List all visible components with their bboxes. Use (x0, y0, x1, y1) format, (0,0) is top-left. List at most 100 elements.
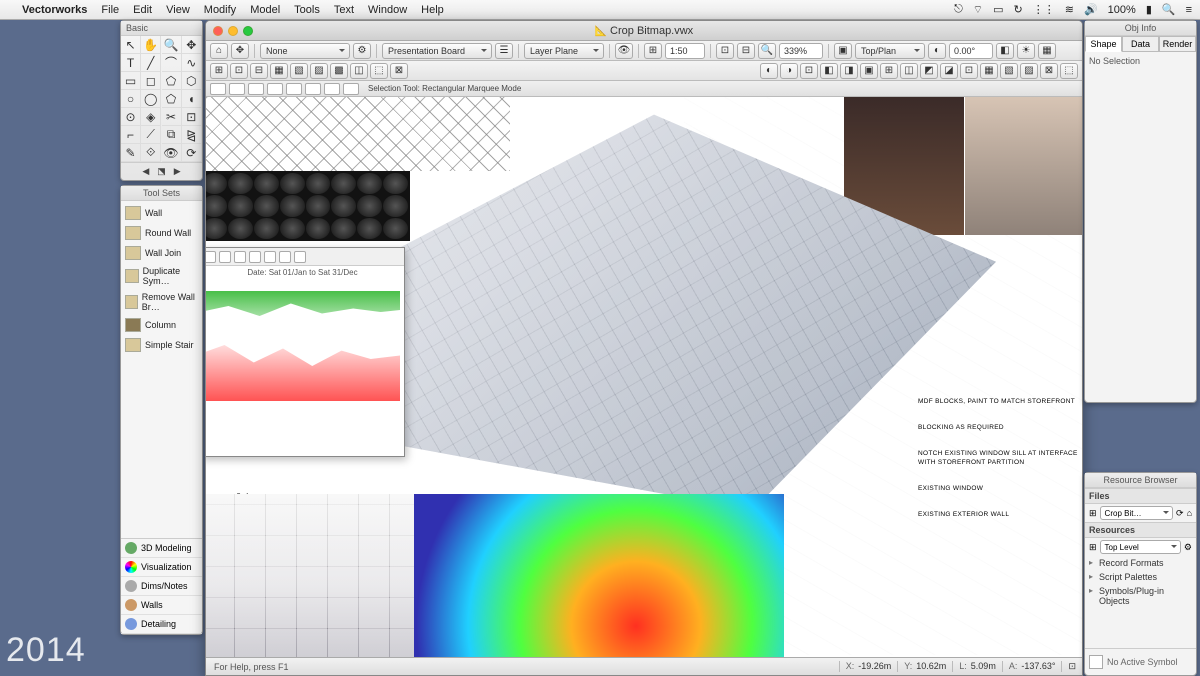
zoom-in-icon[interactable]: 🔍 (758, 43, 776, 59)
pan-tool-icon[interactable]: ✋ (141, 36, 161, 54)
class-dropdown[interactable]: None (260, 43, 350, 59)
regular-poly-tool-icon[interactable]: ⬠ (162, 90, 182, 108)
qp-icon[interactable]: ⬚ (1060, 63, 1078, 79)
qp-icon[interactable]: ▧ (1000, 63, 1018, 79)
file-home-icon[interactable]: ⌂ (1187, 508, 1192, 518)
mode-btn[interactable] (343, 83, 359, 95)
resource-options-icon[interactable]: ⚙ (1184, 542, 1192, 553)
mode-btn[interactable] (229, 83, 245, 95)
mode-btn[interactable] (248, 83, 264, 95)
qp-icon[interactable]: ⬚ (370, 63, 388, 79)
toolset-duplicate-sym[interactable]: Duplicate Sym… (121, 263, 202, 289)
class-options-icon[interactable]: ⚙ (353, 43, 371, 59)
mode-btn[interactable] (286, 83, 302, 95)
app-menu[interactable]: Vectorworks (22, 4, 87, 16)
view-dropdown[interactable]: Top/Plan (855, 43, 925, 59)
menu-model[interactable]: Model (250, 4, 280, 16)
layer-dropdown[interactable]: Presentation Board (382, 43, 492, 59)
toolbar-home-icon[interactable]: ⌂ (210, 43, 228, 59)
fit-page-icon[interactable]: ⊡ (716, 43, 734, 59)
qp-icon[interactable]: ◨ (840, 63, 858, 79)
polyline-tool-icon[interactable]: ⬡ (182, 72, 202, 90)
toolset-simple-stair[interactable]: Simple Stair (121, 335, 202, 355)
scale-input[interactable]: 1:50 (665, 43, 705, 59)
split-tool-icon[interactable]: ✂ (162, 108, 182, 126)
scale-icon[interactable]: ⊞ (644, 43, 662, 59)
qp-icon[interactable]: ⊟ (250, 63, 268, 79)
rect-tool-icon[interactable]: ▭ (121, 72, 141, 90)
reshape-tool-icon[interactable]: ◈ (141, 108, 161, 126)
menu-help[interactable]: Help (421, 4, 444, 16)
qp-icon[interactable]: ⊠ (1040, 63, 1058, 79)
menu-tools[interactable]: Tools (294, 4, 320, 16)
qp-icon[interactable]: ⊡ (800, 63, 818, 79)
saved-views-icon[interactable]: 👁 (615, 43, 633, 59)
arc-tool-icon[interactable]: ⌒ (162, 54, 182, 72)
toolset-tab-dims-notes[interactable]: Dims/Notes (121, 577, 202, 596)
resource-record-formats[interactable]: Record Formats (1085, 556, 1196, 570)
freehand-tool-icon[interactable]: ∿ (182, 54, 202, 72)
rotate-tool-icon[interactable]: ⟳ (182, 144, 202, 162)
mode-btn[interactable] (305, 83, 321, 95)
menu-edit[interactable]: Edit (133, 4, 152, 16)
toolset-remove-wall-br[interactable]: Remove Wall Br… (121, 289, 202, 315)
qp-icon[interactable]: ▨ (310, 63, 328, 79)
qp-icon[interactable]: ◪ (940, 63, 958, 79)
polygon-tool-icon[interactable]: ⬠ (162, 72, 182, 90)
mirror-tool-icon[interactable]: ⧎ (182, 126, 202, 144)
menu-window[interactable]: Window (368, 4, 407, 16)
text-tool-icon[interactable]: T (121, 54, 141, 72)
oval-tool-icon[interactable]: ◯ (141, 90, 161, 108)
mode-btn[interactable] (267, 83, 283, 95)
qp-icon[interactable]: ▦ (980, 63, 998, 79)
qp-icon[interactable]: ▣ (860, 63, 878, 79)
toolset-tab-visualization[interactable]: Visualization (121, 558, 202, 577)
view-right-icon[interactable]: ▶ (171, 165, 184, 178)
rotation-input[interactable]: 0.00° (949, 43, 993, 59)
attribute-tool-icon[interactable]: ⟐ (141, 144, 161, 162)
qp-icon[interactable]: ◩ (920, 63, 938, 79)
qp-icon[interactable]: ▨ (1020, 63, 1038, 79)
render-settings-icon[interactable]: ◧ (996, 43, 1014, 59)
qp-icon[interactable]: ⊡ (230, 63, 248, 79)
menu-file[interactable]: File (101, 4, 119, 16)
visibility-tool-icon[interactable]: 👁 (162, 144, 182, 162)
document-titlebar[interactable]: Crop Bitmap.vwx (206, 21, 1082, 41)
toolset-tab-3d-modeling[interactable]: 3D Modeling (121, 539, 202, 558)
mode-btn[interactable] (210, 83, 226, 95)
notification-icon[interactable]: ≡ (1186, 4, 1192, 16)
light-icon[interactable]: ☀ (1017, 43, 1035, 59)
drawing-canvas[interactable]: Date: Sat 01/Jan to Sat 31/Dec Cooling M… (206, 97, 1082, 657)
qp-icon[interactable]: ◫ (900, 63, 918, 79)
line-tool-icon[interactable]: ╱ (141, 54, 161, 72)
chamfer-tool-icon[interactable]: ⟋ (141, 126, 161, 144)
selection-tool-icon[interactable]: ↖ (121, 36, 141, 54)
qp-icon[interactable]: ◫ (350, 63, 368, 79)
resource-nav-icon[interactable]: ⊞ (1089, 542, 1097, 553)
qp-icon[interactable]: ⊞ (880, 63, 898, 79)
qp-icon[interactable]: ▧ (290, 63, 308, 79)
mode-btn[interactable] (324, 83, 340, 95)
view-oblique-icon[interactable]: ⬔ (154, 165, 169, 178)
resource-symbols[interactable]: Symbols/Plug-in Objects (1085, 584, 1196, 608)
toolbar-nav-icon[interactable]: ✥ (231, 43, 249, 59)
qp-icon[interactable]: ▦ (270, 63, 288, 79)
file-dropdown[interactable]: Crop Bit… (1100, 506, 1173, 520)
resource-level-dropdown[interactable]: Top Level (1100, 540, 1181, 554)
toolset-wall-join[interactable]: Wall Join (121, 243, 202, 263)
view-left-icon[interactable]: ◀ (139, 165, 152, 178)
toolset-round-wall[interactable]: Round Wall (121, 223, 202, 243)
spotlight-icon[interactable]: 🔍 (1162, 3, 1176, 16)
fit-objects-icon[interactable]: ⊟ (737, 43, 755, 59)
resource-script-palettes[interactable]: Script Palettes (1085, 570, 1196, 584)
toolset-column[interactable]: Column (121, 315, 202, 335)
zoom-input[interactable]: 339% (779, 43, 823, 59)
menu-text[interactable]: Text (334, 4, 354, 16)
view-cube-icon[interactable]: ▣ (834, 43, 852, 59)
qp-icon[interactable]: ◧ (820, 63, 838, 79)
toolset-tab-detailing[interactable]: Detailing (121, 615, 202, 634)
flyover-tool-icon[interactable]: ✥ (182, 36, 202, 54)
toolset-wall[interactable]: Wall (121, 203, 202, 223)
circle-tool-icon[interactable]: ○ (121, 90, 141, 108)
menu-modify[interactable]: Modify (204, 4, 236, 16)
